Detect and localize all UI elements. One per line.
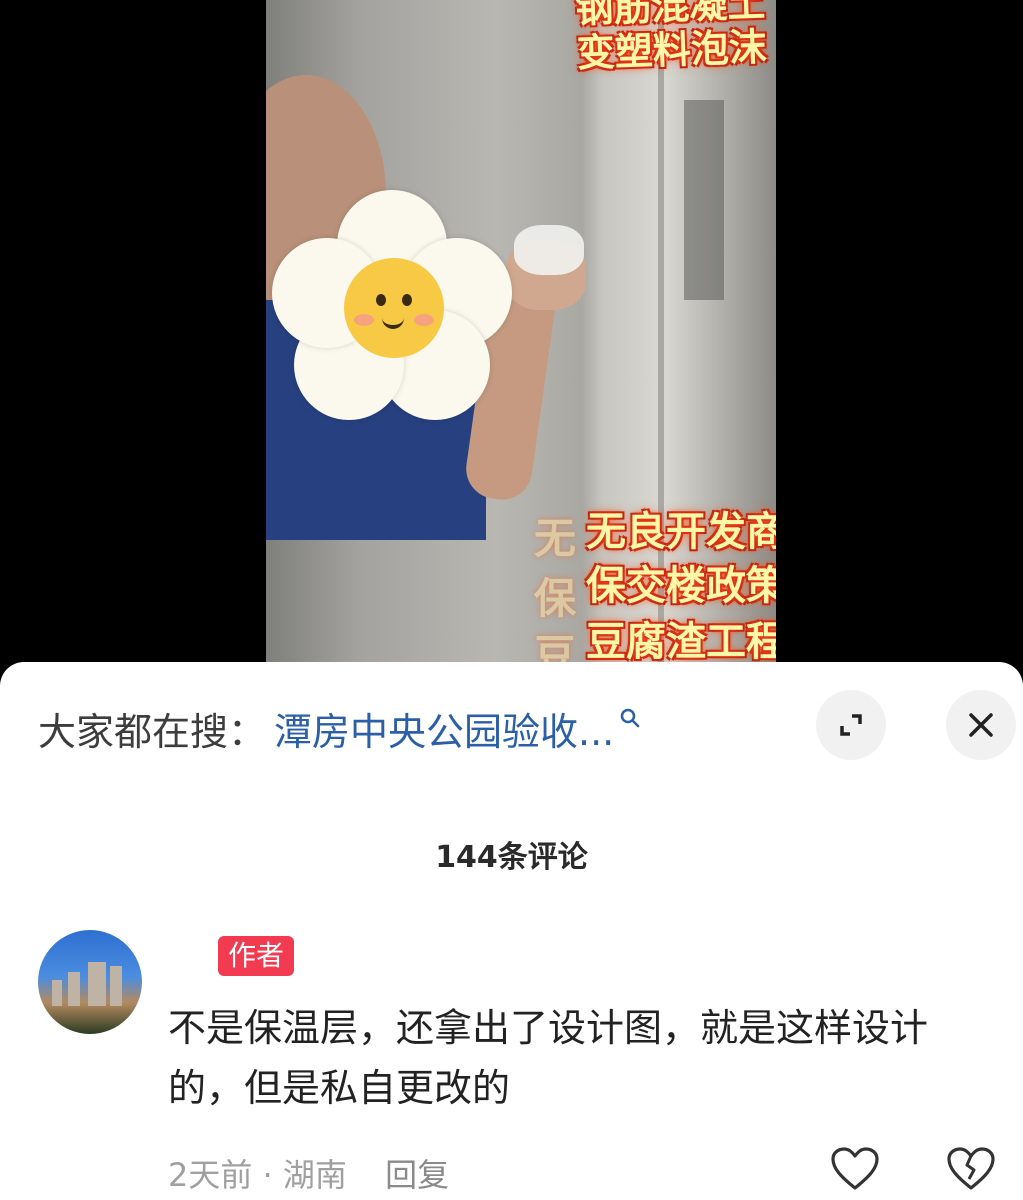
avatar-building xyxy=(68,972,80,1006)
face-blur-sticker xyxy=(272,190,512,420)
comment-text[interactable]: 不是保温层，还拿出了设计图，就是这样设计的，但是私自更改的 xyxy=(168,998,988,1118)
video-caption-line: 保交楼政策变 xyxy=(586,563,776,609)
sticker-mouth xyxy=(382,314,404,329)
sticker-face xyxy=(344,258,444,358)
trending-search-query[interactable]: 潭房中央公园验收... xyxy=(274,701,614,756)
sticker-cheek xyxy=(354,314,374,326)
video-caption-line: 豆腐渣工程 xyxy=(586,619,776,665)
close-icon xyxy=(969,713,993,737)
comments-sheet: 大家都在搜： 潭房中央公园验收... 144条评论 作者 不是保温层，还拿出了设… xyxy=(0,662,1023,1200)
comments-count: 144条评论 xyxy=(435,840,588,875)
heart-icon[interactable] xyxy=(830,1146,880,1192)
sticker-eye xyxy=(376,294,386,306)
wall-damage xyxy=(684,100,724,300)
avatar-building xyxy=(52,980,62,1006)
caption-ghost: 无 xyxy=(534,514,577,563)
caption-ghost: 保 xyxy=(534,574,577,623)
sticker-cheek xyxy=(414,314,434,326)
video-player[interactable]: 钢筋混凝土 变塑料泡沫 无 保 豆 无良开发商吃相难看 保交楼政策变 豆腐渣工程 xyxy=(0,0,1023,680)
foam-chunk xyxy=(514,225,584,275)
comment-time-location: 2天前 · 湖南 xyxy=(168,1156,347,1194)
video-caption-line: 无良开发商吃相难看 xyxy=(586,509,776,555)
close-button[interactable] xyxy=(946,690,1016,760)
broken-heart-icon[interactable] xyxy=(946,1146,996,1192)
avatar-building xyxy=(88,962,106,1006)
video-caption-top: 钢筋混凝土 变塑料泡沫 xyxy=(574,0,768,76)
trending-search-bar[interactable]: 大家都在搜： 潭房中央公园验收... xyxy=(38,702,640,754)
comment-meta: 2天前 · 湖南 回复 xyxy=(168,1150,449,1196)
search-icon[interactable] xyxy=(620,708,640,728)
avatar-building xyxy=(110,966,122,1006)
expand-button[interactable] xyxy=(816,690,886,760)
expand-icon xyxy=(840,714,862,736)
reply-button[interactable]: 回复 xyxy=(385,1156,449,1194)
sticker-eye xyxy=(402,294,412,306)
author-badge: 作者 xyxy=(218,936,295,976)
avatar[interactable] xyxy=(38,930,142,1034)
trending-search-label: 大家都在搜： xyxy=(38,709,267,754)
